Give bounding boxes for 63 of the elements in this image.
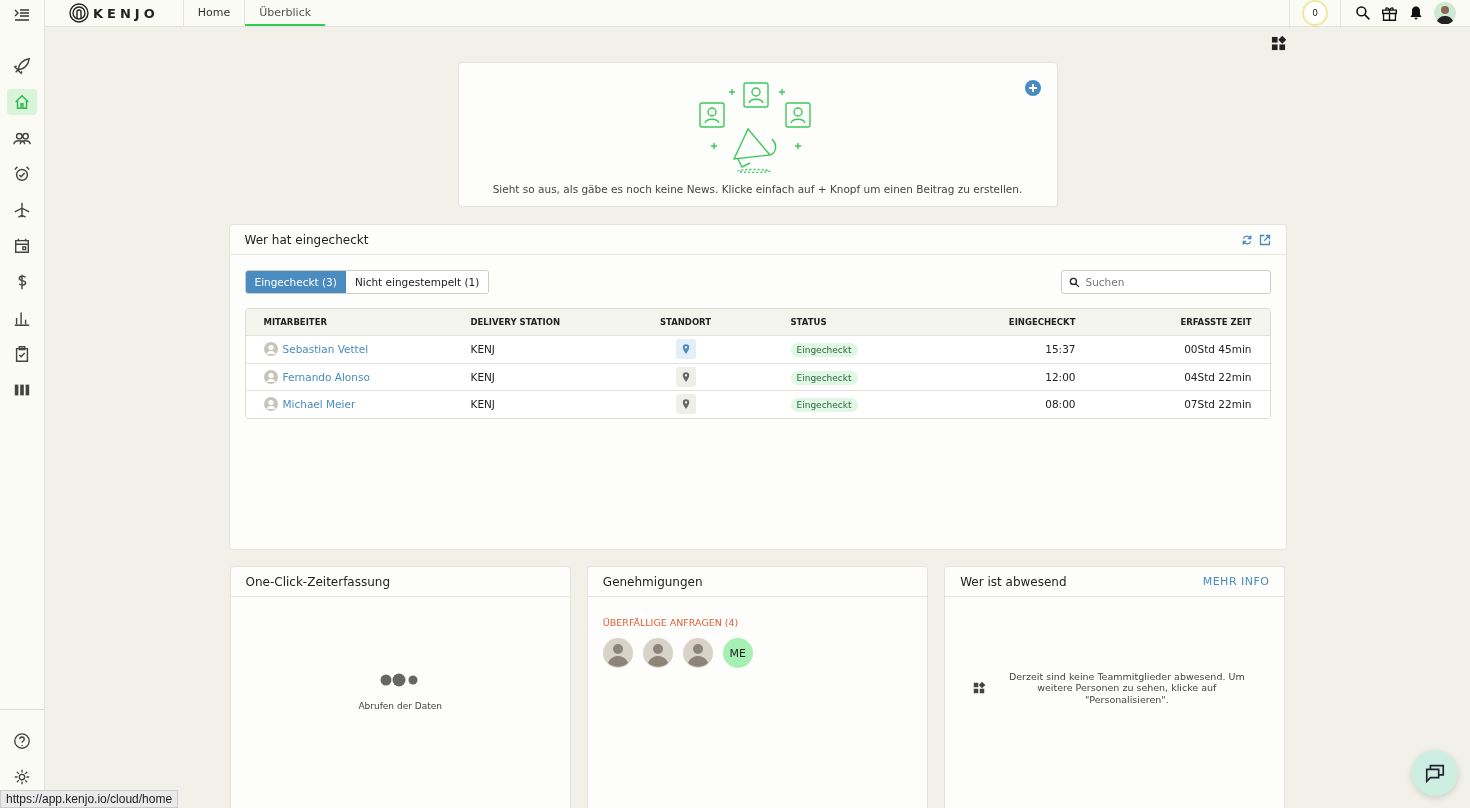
location-pin-button[interactable] xyxy=(675,394,696,415)
card-title: Genehmigungen xyxy=(602,574,703,589)
widgets-icon[interactable] xyxy=(1270,36,1286,51)
status-badge: Eingecheckt xyxy=(790,370,858,385)
card-title: One-Click-Zeiterfassung xyxy=(245,574,391,589)
filter-tab[interactable]: Eingecheckt (3) xyxy=(245,271,346,293)
gift-icon[interactable] xyxy=(1381,4,1398,22)
nav-tab[interactable]: Home xyxy=(183,0,246,26)
initials-avatar[interactable]: ME xyxy=(722,638,753,668)
table-cell-text: 04Std 22min xyxy=(1183,370,1252,383)
status-url: https://app.kenjo.io/cloud/home xyxy=(0,790,179,808)
map-pin-icon xyxy=(681,344,690,355)
column-header: MITARBEITER xyxy=(263,317,328,327)
search-field[interactable]: Suchen xyxy=(1060,270,1271,294)
location-pin-button[interactable] xyxy=(675,339,696,360)
widgets-icon xyxy=(972,682,985,694)
search-icon[interactable] xyxy=(1355,5,1371,21)
chat-button[interactable] xyxy=(1412,750,1458,796)
employee-link[interactable]: Sebastian Vettel xyxy=(282,343,369,356)
add-post-button[interactable] xyxy=(1024,80,1041,96)
avatar-icon xyxy=(263,342,278,357)
column-header: EINGECHECKT xyxy=(1007,317,1076,327)
avatar-icon xyxy=(263,397,278,412)
overdue-requests-label: ÜBERFÄLLIGE ANFRAGEN (4) xyxy=(602,617,739,628)
table-cell-text: 08:00 xyxy=(1044,398,1076,411)
table-cell-text: 15:37 xyxy=(1044,343,1076,356)
avatar-icon xyxy=(263,369,278,384)
table-cell-text: KENJ xyxy=(470,398,496,411)
filter-tab[interactable]: Nicht eingestempelt (1) xyxy=(345,271,489,293)
status-badge: Eingecheckt xyxy=(790,343,858,358)
avatar-icon[interactable] xyxy=(1434,2,1456,24)
card-title: Wer hat eingecheckt xyxy=(244,232,369,247)
no-absences-message: Derzeit sind keine Teammitglieder abwesend. Um weitere Personen zu sehen, klicke auf "Personalisieren". xyxy=(1007,670,1246,706)
search-icon xyxy=(1068,277,1080,288)
logo-text: KENJO xyxy=(93,5,159,21)
help-icon[interactable] xyxy=(13,732,31,750)
card-title: Wer ist abwesend xyxy=(960,574,1067,589)
menu-icon[interactable] xyxy=(14,9,30,21)
map-pin-icon xyxy=(681,399,690,410)
column-header: STATUS xyxy=(789,317,828,327)
more-info-link[interactable]: MEHR INFO xyxy=(1202,575,1270,588)
nav-tab[interactable]: Überblick xyxy=(245,0,326,26)
logo-icon xyxy=(69,3,89,23)
table-cell-text: 12:00 xyxy=(1044,370,1076,383)
map-pin-icon xyxy=(681,371,690,382)
employee-link[interactable]: Fernando Alonso xyxy=(282,370,370,383)
loading-text: Abrufen der Daten xyxy=(358,701,442,711)
refresh-icon[interactable] xyxy=(1240,233,1253,246)
table-cell-text: KENJ xyxy=(470,343,496,356)
bell-icon[interactable] xyxy=(1408,5,1424,21)
points-counter[interactable]: 0 xyxy=(1302,0,1328,26)
table-cell-text: 07Std 22min xyxy=(1183,398,1252,411)
table-cell-text: 00Std 45min xyxy=(1183,343,1252,356)
column-header: DELIVERY STATION xyxy=(470,317,561,327)
table-cell-text: KENJ xyxy=(470,370,496,383)
column-header: ERFASSTE ZEIT xyxy=(1179,317,1252,327)
employee-link[interactable]: Michael Meier xyxy=(282,398,356,411)
location-pin-button[interactable] xyxy=(675,366,696,387)
news-empty-message: Sieht so aus, als gäbe es noch keine News. Klicke einfach auf + Knopf um einen Beitrag zu erstellen. xyxy=(492,183,1023,195)
status-badge: Eingecheckt xyxy=(790,398,858,413)
column-header: STANDORT xyxy=(658,317,713,327)
chat-icon xyxy=(1424,762,1446,784)
external-link-icon[interactable] xyxy=(1258,233,1271,246)
